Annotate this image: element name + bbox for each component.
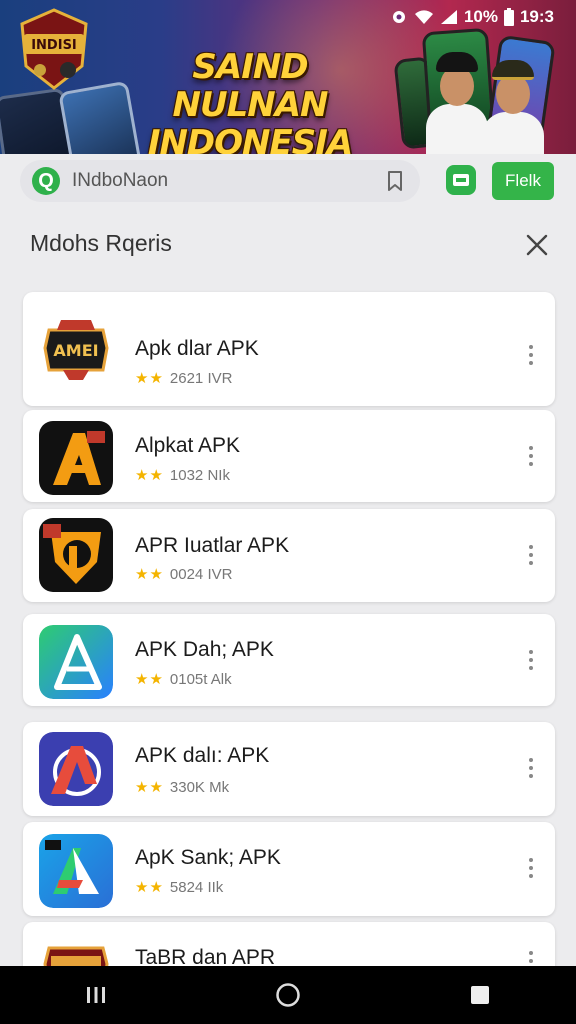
- app-stats: 330K Mk: [169, 778, 230, 796]
- app-stats: 1032 NIk: [169, 466, 230, 484]
- list-item[interactable]: ApK Sank; APK ★★ 5824 IIk: [23, 822, 555, 916]
- back-button[interactable]: [450, 975, 510, 1015]
- rating-stars: ★★: [135, 566, 164, 583]
- app-name: Alpkat APK: [135, 434, 241, 457]
- app-name: ApK Sank; APK: [135, 846, 281, 869]
- person-graphic: [482, 60, 544, 154]
- app-meta: ★★ 1032 NIk: [135, 466, 230, 485]
- letter-a-orange-icon: [39, 421, 113, 495]
- app-meta: ★★ 0105t Alk: [135, 670, 232, 689]
- app-stats: 0024 IVR: [169, 565, 233, 583]
- wallet-icon: [453, 174, 469, 186]
- home-icon: [276, 983, 300, 1007]
- clock: 19:3: [519, 7, 554, 26]
- app-stats: 5824 IIk: [169, 878, 224, 896]
- more-options-icon[interactable]: [521, 340, 541, 370]
- search-input[interactable]: INdboNaon: [72, 170, 382, 192]
- recents-button[interactable]: [66, 975, 126, 1015]
- banner-logo-text: INDISI: [31, 38, 77, 53]
- notification-icon: [390, 7, 408, 27]
- svg-text:AMEI: AMEI: [53, 341, 98, 360]
- app-meta: ★★ 0024 IVR: [135, 565, 233, 584]
- banner-title-line1: SAIND NULNAN: [172, 47, 329, 125]
- app-stats: 0105t Alk: [169, 670, 232, 688]
- person-graphic: [426, 52, 488, 154]
- status-bar: 10% 19:3: [390, 6, 554, 28]
- back-icon: [471, 986, 489, 1004]
- home-button[interactable]: [258, 975, 318, 1015]
- blue-a-triangle-icon: [39, 625, 113, 699]
- banner-title: SAIND NULNAN INDONESIA: [110, 48, 390, 154]
- rating-stars: ★★: [135, 370, 164, 387]
- banner-title-line2: INDONESIA: [147, 123, 353, 154]
- bookmark-icon[interactable]: [382, 168, 408, 194]
- search-bar[interactable]: Q INdboNaon: [20, 160, 420, 202]
- close-icon: [526, 234, 548, 256]
- list-item[interactable]: APK dalı: APK ★★ 330K Mk: [23, 722, 555, 816]
- amei-badge-icon: AMEI: [39, 312, 113, 386]
- app-name: Apk dlar APK: [135, 337, 259, 360]
- list-item[interactable]: Alpkat APK ★★ 1032 NIk: [23, 410, 555, 502]
- more-options-icon[interactable]: [521, 645, 541, 675]
- rating-stars: ★★: [135, 779, 164, 796]
- battery-percent: 10%: [463, 7, 498, 26]
- colorful-a-icon: [39, 834, 113, 908]
- app-name: APK Dah; APK: [135, 638, 274, 661]
- list-item[interactable]: AMEI Apk dlar APK ★★ 2621 IVR: [23, 292, 555, 406]
- more-options-icon[interactable]: [521, 853, 541, 883]
- system-nav-bar: [0, 966, 576, 1024]
- action-button[interactable]: Flelk: [492, 162, 554, 200]
- app-screen: INDISI SAIND NULNAN INDONESIA 10% 19:3 Q…: [0, 0, 576, 1024]
- app-stats: 2621 IVR: [169, 369, 233, 387]
- battery-icon: [503, 7, 514, 27]
- app-meta: ★★ 2621 IVR: [135, 369, 233, 388]
- banner-logo-icon: INDISI: [20, 8, 88, 90]
- app-name: APR Iuatlar APK: [135, 534, 290, 557]
- close-button[interactable]: [522, 230, 552, 260]
- more-options-icon[interactable]: [521, 441, 541, 471]
- rating-stars: ★★: [135, 879, 164, 896]
- app-meta: ★★ 330K Mk: [135, 778, 230, 797]
- wifi-icon: [414, 7, 434, 27]
- signal-icon: [440, 7, 458, 27]
- wallet-button[interactable]: [446, 165, 476, 195]
- section-title: Mdohs Rqeris: [30, 230, 172, 256]
- more-options-icon[interactable]: [521, 753, 541, 783]
- red-a-circle-icon: [39, 732, 113, 806]
- promo-banner[interactable]: INDISI SAIND NULNAN INDONESIA 10% 19:3: [0, 0, 576, 154]
- more-options-icon[interactable]: [521, 540, 541, 570]
- list-item[interactable]: APK Dah; APK ★★ 0105t Alk: [23, 614, 555, 706]
- list-item[interactable]: APR Iuatlar APK ★★ 0024 IVR: [23, 509, 555, 602]
- recents-icon: [87, 987, 105, 1003]
- app-meta: ★★ 5824 IIk: [135, 878, 224, 897]
- store-logo-icon: Q: [32, 167, 60, 195]
- store-logo-letter: Q: [38, 169, 54, 192]
- shield-p-icon: [39, 518, 113, 592]
- rating-stars: ★★: [135, 671, 164, 688]
- rating-stars: ★★: [135, 467, 164, 484]
- app-name: APK dalı: APK: [135, 744, 270, 767]
